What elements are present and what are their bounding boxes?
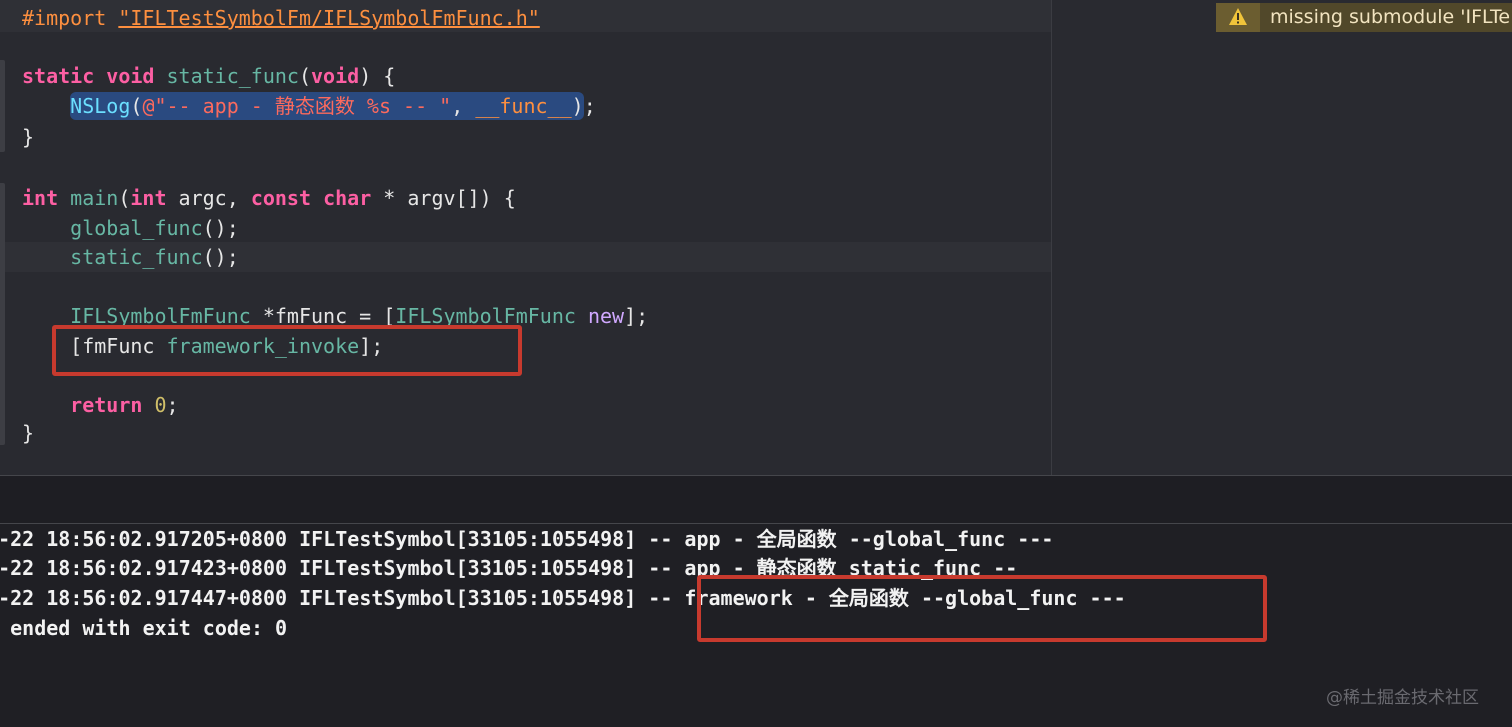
function-name: main xyxy=(70,186,119,210)
issue-warning-banner[interactable]: missing submodule 'IFLTe xyxy=(1216,3,1512,32)
console-line: 07-22 18:56:02.917205+0800 IFLTestSymbol… xyxy=(0,527,1054,551)
keyword: char xyxy=(323,186,372,210)
import-path-link[interactable]: "IFLTestSymbolFm/IFLSymbolFmFunc.h" xyxy=(118,6,539,30)
global-func-call-line[interactable]: global_func(); xyxy=(22,213,239,243)
warning-message: missing submodule 'IFLTe xyxy=(1270,6,1511,28)
nslog-line[interactable]: NSLog(@"-- app - 静态函数 %s -- ", __func__)… xyxy=(22,91,596,121)
keyword: return xyxy=(70,393,143,417)
annotation-box xyxy=(697,575,1267,642)
page-guide xyxy=(1051,0,1052,475)
code-fold-ribbon[interactable] xyxy=(0,60,5,152)
function-call: NSLog xyxy=(70,94,131,118)
number-literal: 0 xyxy=(154,393,167,417)
function-call: static_func xyxy=(70,245,203,269)
closing-brace: } xyxy=(22,421,35,445)
code-editor[interactable]: #import "IFLTestSymbolFm/IFLSymbolFmFunc… xyxy=(0,0,1512,475)
debug-area-bar xyxy=(0,475,1512,524)
static-func-signature[interactable]: static void static_func(void) { xyxy=(22,61,395,91)
keyword: const xyxy=(250,186,312,210)
selected-text-highlight: NSLog(@"-- app - 静态函数 %s -- ", __func__) xyxy=(70,92,584,120)
function-call: global_func xyxy=(70,216,203,240)
code-fold-ribbon[interactable] xyxy=(0,183,5,445)
watermark: @稀土掘金技术社区 xyxy=(1326,688,1479,708)
keyword: static xyxy=(22,64,95,88)
string-literal: @"-- app - 静态函数 %s -- " xyxy=(142,94,452,118)
keyword: void xyxy=(311,64,360,88)
keyword: int xyxy=(130,186,167,210)
main-signature[interactable]: int main(int argc, const char * argv[]) … xyxy=(22,183,516,213)
keyword: int xyxy=(22,186,59,210)
macro: __func__ xyxy=(475,94,572,118)
import-line[interactable]: #import "IFLTestSymbolFm/IFLSymbolFmFunc… xyxy=(22,3,540,33)
warning-icon-box xyxy=(1216,3,1260,32)
warning-triangle-icon xyxy=(1229,8,1247,25)
closing-brace: } xyxy=(22,125,35,149)
function-name: static_func xyxy=(166,64,299,88)
keyword: void xyxy=(106,64,155,88)
console-line: am ended with exit code: 0 xyxy=(0,616,288,640)
return-line[interactable]: return 0; xyxy=(22,390,178,420)
method-name: new xyxy=(587,304,625,328)
import-directive: #import xyxy=(22,6,107,30)
static-func-call-line[interactable]: static_func(); xyxy=(22,242,239,272)
annotation-box xyxy=(52,325,522,376)
